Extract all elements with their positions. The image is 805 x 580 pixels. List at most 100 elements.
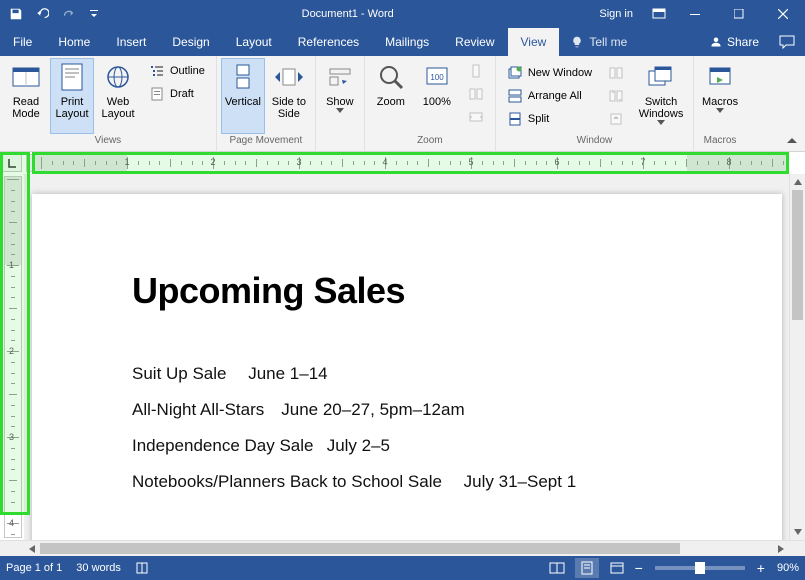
page-width-icon xyxy=(468,109,484,125)
read-mode-icon xyxy=(549,562,565,574)
macros-button[interactable]: Macros xyxy=(698,58,742,134)
show-dropdown[interactable]: Show xyxy=(320,58,360,134)
web-layout-view-button[interactable] xyxy=(605,558,629,578)
share-label: Share xyxy=(727,35,759,49)
hscroll-thumb[interactable] xyxy=(40,543,680,554)
one-page-button[interactable] xyxy=(463,60,489,82)
tab-home[interactable]: Home xyxy=(45,28,103,56)
side-to-side-icon xyxy=(273,61,305,93)
split-button[interactable]: Split xyxy=(502,108,597,130)
switch-windows-icon xyxy=(645,61,677,93)
collapse-ribbon-button[interactable] xyxy=(783,135,801,149)
title-bar: Document1 - Word Sign in xyxy=(0,0,805,28)
tab-view[interactable]: View xyxy=(508,28,560,56)
ribbon-display-options-button[interactable] xyxy=(647,2,671,26)
group-views: Read Mode Print Layout Web Layout Outlin… xyxy=(0,56,217,151)
macros-label: Macros xyxy=(702,96,738,108)
minimize-button[interactable] xyxy=(675,2,715,26)
show-label: Show xyxy=(326,96,354,108)
reset-window-button[interactable] xyxy=(603,108,629,130)
vertical-ruler[interactable]: 12345 xyxy=(4,176,22,538)
chevron-down-icon xyxy=(716,108,724,113)
document-line[interactable]: Independence Day Sale July 2–5 xyxy=(132,436,682,456)
tab-mailings[interactable]: Mailings xyxy=(372,28,442,56)
comments-button[interactable] xyxy=(769,28,805,56)
tab-file[interactable]: File xyxy=(0,28,45,56)
print-layout-icon xyxy=(581,561,593,575)
tab-design[interactable]: Design xyxy=(159,28,222,56)
document-line[interactable]: Suit Up Sale June 1–14 xyxy=(132,364,682,384)
read-mode-button[interactable]: Read Mode xyxy=(4,58,48,134)
zoom-button[interactable]: Zoom xyxy=(369,58,413,134)
ribbon-view: Read Mode Print Layout Web Layout Outlin… xyxy=(0,56,805,152)
horizontal-ruler[interactable]: 12345678910 xyxy=(26,154,789,172)
word-count[interactable]: 30 words xyxy=(76,562,121,574)
page-indicator[interactable]: Page 1 of 1 xyxy=(6,562,62,574)
save-button[interactable] xyxy=(4,2,28,26)
hscroll-track[interactable] xyxy=(40,543,773,554)
vscroll-thumb[interactable] xyxy=(792,190,803,320)
side-to-side-button[interactable]: Side to Side xyxy=(267,58,311,134)
tab-review[interactable]: Review xyxy=(442,28,507,56)
view-side-by-side-button[interactable] xyxy=(603,62,629,84)
comment-icon xyxy=(779,35,795,49)
zoom-slider-knob[interactable] xyxy=(695,562,705,574)
vertical-scrollbar[interactable] xyxy=(789,174,805,540)
document-area: 12345 Upcoming Sales Suit Up Sale June 1… xyxy=(0,174,805,540)
side-to-side-label: Side to Side xyxy=(270,96,308,120)
read-mode-icon xyxy=(10,61,42,93)
outline-button[interactable]: Outline xyxy=(144,60,210,82)
page-width-button[interactable] xyxy=(463,106,489,128)
print-layout-view-button[interactable] xyxy=(575,558,599,578)
outline-icon xyxy=(149,63,165,79)
sign-in-link[interactable]: Sign in xyxy=(589,8,643,20)
scroll-left-button[interactable] xyxy=(24,541,40,556)
scroll-up-button[interactable] xyxy=(790,174,805,190)
zoom-in-button[interactable]: + xyxy=(757,560,765,576)
switch-windows-button[interactable]: Switch Windows xyxy=(633,58,689,134)
document-line[interactable]: All-Night All-Stars June 20–27, 5pm–12am xyxy=(132,400,682,420)
horizontal-ruler-area: 12345678910 xyxy=(0,152,805,174)
web-layout-button[interactable]: Web Layout xyxy=(96,58,140,134)
horizontal-scrollbar[interactable] xyxy=(0,540,805,556)
vscroll-track[interactable] xyxy=(790,190,805,524)
document-line[interactable]: Notebooks/Planners Back to School Sale J… xyxy=(132,472,682,492)
redo-button[interactable] xyxy=(56,2,80,26)
undo-button[interactable] xyxy=(30,2,54,26)
print-layout-label: Print Layout xyxy=(53,96,91,120)
document-viewport[interactable]: Upcoming Sales Suit Up Sale June 1–14 Al… xyxy=(24,174,789,540)
scroll-down-button[interactable] xyxy=(790,524,805,540)
scroll-right-button[interactable] xyxy=(773,541,789,556)
close-button[interactable] xyxy=(763,2,803,26)
tab-references[interactable]: References xyxy=(285,28,372,56)
tell-me-search[interactable]: Tell me xyxy=(559,28,639,56)
arrange-all-button[interactable]: Arrange All xyxy=(502,85,597,107)
vertical-button[interactable]: Vertical xyxy=(221,58,265,134)
group-window-label: Window xyxy=(500,135,689,151)
group-zoom-label: Zoom xyxy=(369,135,491,151)
group-macros: Macros Macros xyxy=(694,56,746,151)
hundred-label: 100% xyxy=(423,96,451,108)
print-layout-button[interactable]: Print Layout xyxy=(50,58,94,134)
group-macros-label: Macros xyxy=(698,135,742,151)
zoom-slider[interactable] xyxy=(655,566,745,570)
hundred-percent-button[interactable]: 100 100% xyxy=(415,58,459,134)
document-heading[interactable]: Upcoming Sales xyxy=(132,270,682,312)
zoom-level[interactable]: 90% xyxy=(777,562,799,574)
draft-button[interactable]: Draft xyxy=(144,83,210,105)
tab-layout[interactable]: Layout xyxy=(223,28,285,56)
sync-scroll-button[interactable] xyxy=(603,85,629,107)
maximize-button[interactable] xyxy=(719,2,759,26)
split-icon xyxy=(507,111,523,127)
new-window-button[interactable]: New Window xyxy=(502,62,597,84)
share-button[interactable]: Share xyxy=(700,28,769,56)
qat-customize-button[interactable] xyxy=(82,2,106,26)
tab-selector[interactable] xyxy=(2,154,22,172)
zoom-out-button[interactable]: − xyxy=(635,560,643,576)
group-page-movement: Vertical Side to Side Page Movement xyxy=(217,56,316,151)
multi-page-button[interactable] xyxy=(463,83,489,105)
read-mode-label: Read Mode xyxy=(7,96,45,120)
tab-insert[interactable]: Insert xyxy=(103,28,159,56)
proofing-button[interactable] xyxy=(135,561,149,575)
read-mode-view-button[interactable] xyxy=(545,558,569,578)
